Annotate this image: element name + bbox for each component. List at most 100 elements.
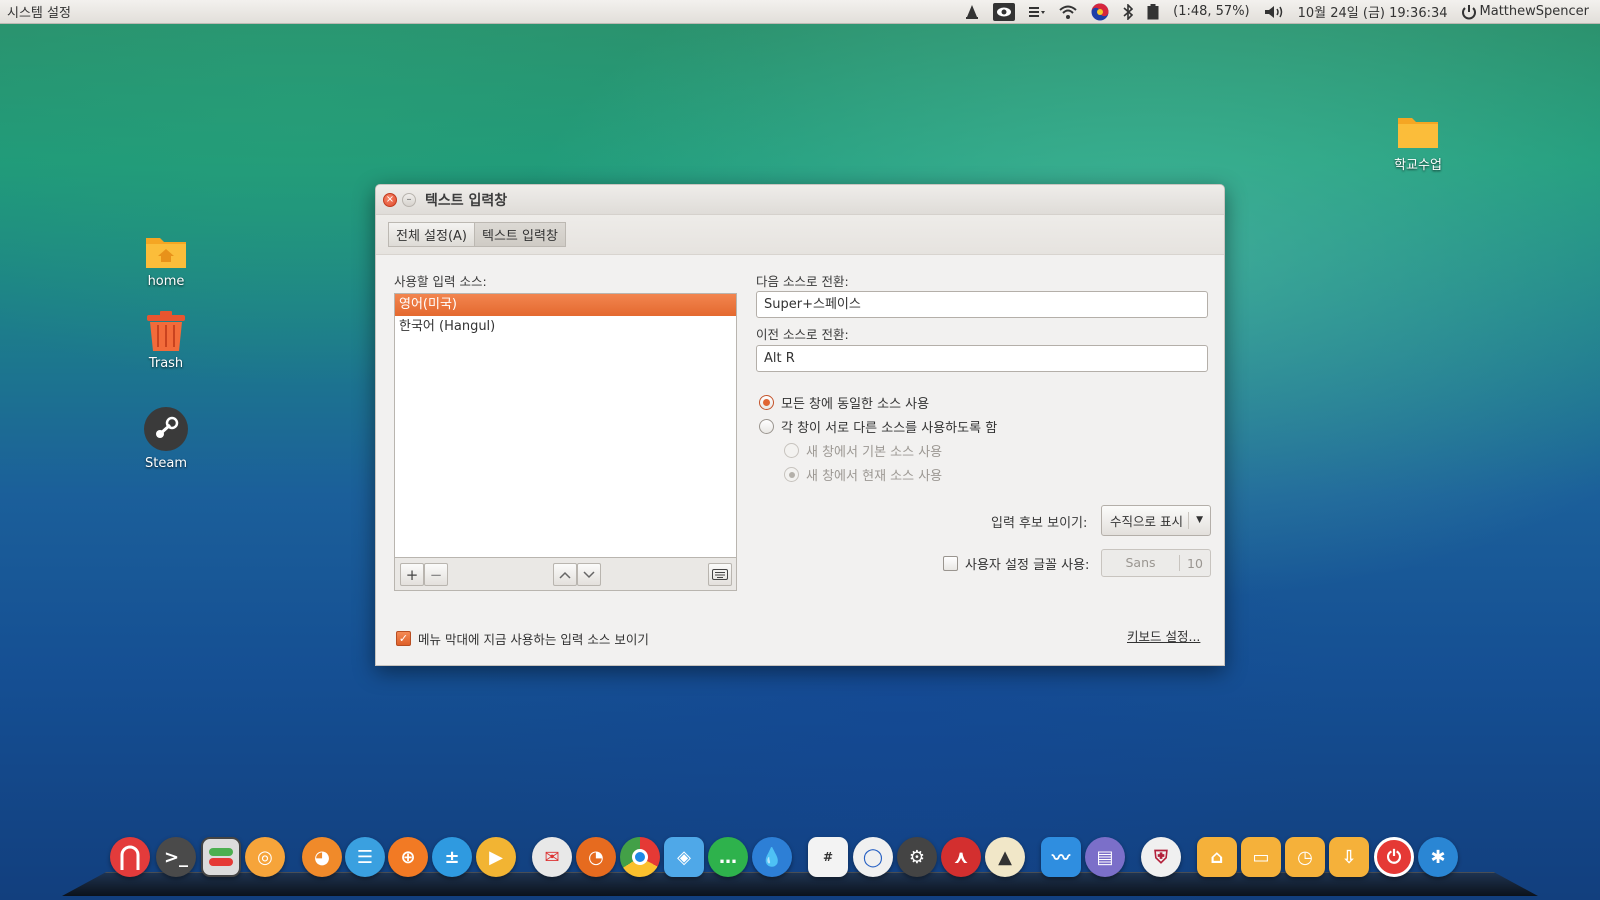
- app-title[interactable]: 시스템 설정: [0, 2, 71, 21]
- drop-icon[interactable]: 💧: [752, 837, 792, 877]
- downloads-folder-icon[interactable]: ⇩: [1329, 837, 1369, 877]
- battery-icon[interactable]: [1140, 0, 1166, 24]
- home-folder-icon[interactable]: ⌂: [1197, 837, 1237, 877]
- user-name: MatthewSpencer: [1479, 4, 1589, 19]
- system-tray: (1:48, 57%) 10월 24일 (금) 19:36:34 Matthew…: [958, 0, 1600, 24]
- text-input-settings-window: × – 텍스트 입력창 전체 설정(A) 텍스트 입력창 사용할 입력 소스: …: [375, 184, 1225, 666]
- move-up-button[interactable]: [553, 563, 577, 586]
- candidates-orientation-select[interactable]: 수직으로 표시 ▼: [1101, 505, 1211, 536]
- keyboard-settings-link[interactable]: 키보드 설정...: [1127, 626, 1200, 645]
- desktop-icon-label: Steam: [145, 456, 187, 471]
- volume-icon[interactable]: [1257, 0, 1291, 24]
- shield-icon[interactable]: ⛨: [1141, 837, 1181, 877]
- firefox-icon[interactable]: ◔: [576, 837, 616, 877]
- safari-icon[interactable]: ◈: [664, 837, 704, 877]
- close-button[interactable]: ×: [383, 192, 397, 207]
- list-item[interactable]: 한국어 (Hangul): [395, 316, 736, 338]
- screenshot-icon[interactable]: ◎: [245, 837, 285, 877]
- next-source-label: 다음 소스로 전환:: [756, 274, 849, 289]
- sources-label: 사용할 입력 소스:: [394, 274, 487, 289]
- pdf-icon[interactable]: ⋏: [941, 837, 981, 877]
- show-in-menubar-checkbox[interactable]: ✓ 메뉴 막대에 지금 사용하는 입력 소스 보이기: [396, 629, 649, 648]
- vlc-icon[interactable]: [958, 0, 986, 24]
- radio-label: 모든 창에 동일한 소스 사용: [781, 397, 930, 412]
- steam-icon: [121, 406, 211, 452]
- plus-icon: +: [405, 565, 419, 584]
- radio-indicator: [784, 467, 799, 482]
- prev-source-shortcut-field[interactable]: Alt R: [756, 345, 1208, 372]
- font-size: 10: [1187, 555, 1203, 571]
- steam-icon[interactable]: ⚙: [897, 837, 937, 877]
- chevron-down-icon: [583, 570, 595, 578]
- radio-label: 새 창에서 기본 소스 사용: [806, 445, 943, 460]
- accessibility-icon[interactable]: ✱: [1418, 837, 1458, 877]
- gimp-icon[interactable]: ◕: [302, 837, 342, 877]
- documents-folder-icon[interactable]: ▭: [1241, 837, 1281, 877]
- breadcrumb-all-settings[interactable]: 전체 설정(A): [388, 222, 476, 247]
- sudoku-icon[interactable]: #: [808, 837, 848, 877]
- video-player-icon[interactable]: ▶: [476, 837, 516, 877]
- bluetooth-icon[interactable]: [1116, 0, 1140, 24]
- desktop-icon-school-folder[interactable]: 학교수업: [1373, 112, 1463, 173]
- calculator-icon[interactable]: ±: [432, 837, 472, 877]
- input-menu-icon[interactable]: [1022, 0, 1052, 24]
- input-sources-list[interactable]: 영어(미국) 한국어 (Hangul): [394, 293, 737, 558]
- top-menubar: 시스템 설정 (1:48, 57%) 10월 24일 (금) 19:36:34 …: [0, 0, 1600, 24]
- wifi-icon[interactable]: [1052, 0, 1084, 24]
- korean-ime-icon[interactable]: [1084, 0, 1116, 24]
- checkbox-indicator: [943, 556, 958, 571]
- eye-icon[interactable]: [986, 0, 1022, 24]
- radio-same-source[interactable]: 모든 창에 동일한 소스 사용: [759, 393, 929, 412]
- minimize-icon: –: [406, 193, 412, 205]
- candidates-label: 입력 후보 보이기:: [991, 516, 1088, 531]
- session-menu[interactable]: MatthewSpencer: [1455, 0, 1596, 24]
- inkscape-icon[interactable]: ▲: [985, 837, 1025, 877]
- radio-indicator: [759, 395, 774, 410]
- basketball-icon[interactable]: ⊕: [388, 837, 428, 877]
- breadcrumb-text-input[interactable]: 텍스트 입력창: [475, 222, 566, 247]
- messages-icon[interactable]: …: [708, 837, 748, 877]
- system-settings-icon[interactable]: [201, 837, 241, 877]
- move-down-button[interactable]: [577, 563, 601, 586]
- circle-app-icon[interactable]: ◯: [853, 837, 893, 877]
- clock-text[interactable]: 10월 24일 (금) 19:36:34: [1291, 0, 1455, 24]
- remove-source-button[interactable]: −: [424, 563, 448, 586]
- keyboard-layout-button[interactable]: [708, 563, 732, 586]
- list-item[interactable]: 영어(미국): [395, 294, 736, 316]
- terminal-icon[interactable]: >_: [156, 837, 196, 877]
- desktop-icon-trash[interactable]: Trash: [121, 310, 211, 371]
- chrome-icon[interactable]: [620, 837, 660, 877]
- dropdown-arrow-icon: ▼: [1188, 512, 1210, 529]
- checkbox-label: 메뉴 막대에 지금 사용하는 입력 소스 보이기: [418, 632, 649, 647]
- custom-font-checkbox[interactable]: 사용자 설정 글꼴 사용:: [943, 554, 1089, 573]
- text-editor-icon[interactable]: ☰: [345, 837, 385, 877]
- radio-indicator: [759, 419, 774, 434]
- desktop-icon-steam[interactable]: Steam: [121, 406, 211, 471]
- radio-label: 새 창에서 현재 소스 사용: [806, 469, 943, 484]
- window-title: 텍스트 입력창: [425, 192, 508, 209]
- minimize-button[interactable]: –: [402, 192, 416, 207]
- window-titlebar[interactable]: × – 텍스트 입력창: [376, 185, 1224, 215]
- font-chooser-button[interactable]: Sans 10: [1101, 549, 1211, 577]
- font-name: Sans: [1102, 555, 1180, 571]
- mail-icon[interactable]: ✉: [532, 837, 572, 877]
- magnet-app-icon[interactable]: [110, 837, 150, 877]
- radio-label: 각 창이 서로 다른 소스를 사용하도록 함: [781, 421, 998, 436]
- breadcrumb: 전체 설정(A) 텍스트 입력창: [376, 215, 1224, 255]
- checkbox-label: 사용자 설정 글꼴 사용:: [965, 558, 1090, 573]
- recent-folder-icon[interactable]: ◷: [1285, 837, 1325, 877]
- radio-new-window-default[interactable]: 새 창에서 기본 소스 사용: [784, 441, 942, 460]
- files-icon[interactable]: ▤: [1085, 837, 1125, 877]
- radio-new-window-current[interactable]: 새 창에서 현재 소스 사용: [784, 465, 942, 484]
- checkbox-indicator: ✓: [396, 631, 411, 646]
- add-source-button[interactable]: +: [400, 563, 424, 586]
- system-monitor-icon[interactable]: 〰: [1041, 837, 1081, 877]
- trash-icon: [121, 310, 211, 352]
- session-icon: [1461, 4, 1476, 20]
- power-icon[interactable]: ⏻: [1374, 837, 1414, 877]
- desktop-icon-home[interactable]: home: [121, 232, 211, 289]
- radio-different-source[interactable]: 각 창이 서로 다른 소스를 사용하도록 함: [759, 417, 997, 436]
- minus-icon: −: [429, 565, 443, 584]
- next-source-shortcut-field[interactable]: Super+스페이스: [756, 291, 1208, 318]
- home-folder-icon: [121, 232, 211, 270]
